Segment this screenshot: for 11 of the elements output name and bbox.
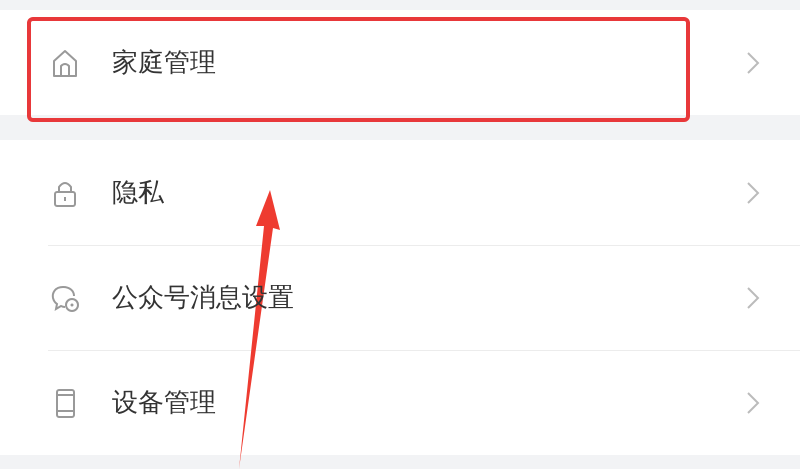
settings-item[interactable]: 设备管理 [0, 350, 800, 455]
chevron-icon [746, 180, 760, 204]
item-label: 家庭管理 [112, 47, 217, 80]
item-label: 隐私 [112, 177, 165, 210]
chevron-icon [746, 50, 760, 74]
settings-item[interactable]: 家庭管理 [0, 10, 800, 115]
chevron-icon [746, 286, 760, 310]
home-icon [50, 48, 80, 78]
settings-item[interactable]: 隐私 [0, 140, 800, 245]
item-label: 设备管理 [112, 387, 217, 420]
chevron-icon [746, 390, 760, 414]
